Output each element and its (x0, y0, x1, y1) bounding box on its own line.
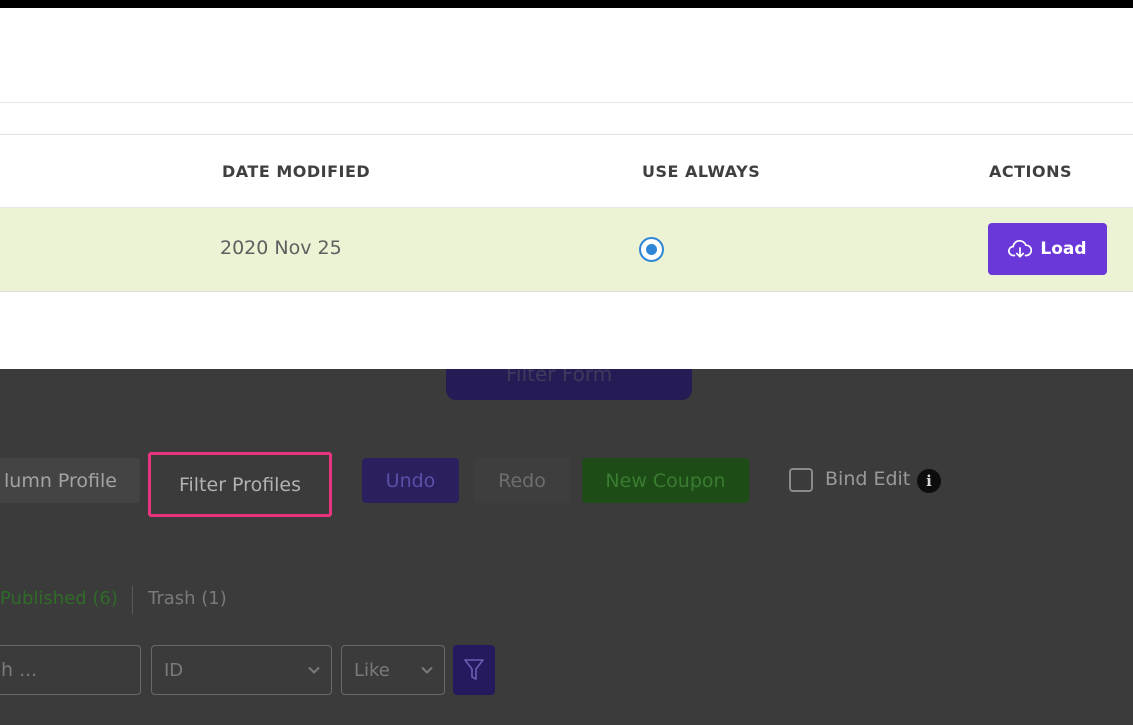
column-header-use-always: USE ALWAYS (642, 162, 761, 181)
search-operator-value: Like (354, 659, 390, 681)
redo-button[interactable]: Redo (474, 458, 570, 503)
info-icon[interactable]: i (917, 469, 941, 493)
filter-profiles-button[interactable]: Filter Profiles (148, 452, 332, 517)
redo-label: Redo (498, 469, 546, 492)
bind-edit-label: Bind Edit (825, 468, 911, 490)
modal-header-divider (0, 102, 1133, 103)
filter-profiles-modal: DATE MODIFIED USE ALWAYS ACTIONS 2020 No… (0, 8, 1133, 369)
new-coupon-button[interactable]: New Coupon (582, 458, 749, 503)
published-link[interactable]: Published (6) (0, 588, 118, 609)
load-button[interactable]: Load (988, 223, 1107, 275)
undo-label: Undo (385, 469, 436, 492)
new-coupon-label: New Coupon (605, 469, 726, 492)
cloud-download-icon (1008, 239, 1033, 258)
row-date-modified: 2020 Nov 25 (220, 237, 342, 259)
search-field-value: ID (164, 659, 184, 681)
chevron-down-icon (421, 666, 433, 674)
table-top-border (0, 134, 1133, 135)
trash-link[interactable]: Trash (1) (148, 588, 227, 609)
table-row (0, 208, 1133, 292)
search-operator-select[interactable]: Like (341, 645, 445, 695)
top-black-bar (0, 0, 1133, 8)
search-field-select[interactable]: ID (151, 645, 332, 695)
filter-profiles-label: Filter Profiles (178, 473, 302, 496)
column-header-date-modified: DATE MODIFIED (222, 162, 371, 181)
funnel-icon (464, 659, 484, 680)
bind-edit-checkbox[interactable] (789, 468, 813, 492)
chevron-down-icon (308, 666, 320, 674)
column-header-actions: ACTIONS (989, 162, 1073, 181)
column-profile-label: lumn Profile (4, 469, 117, 492)
undo-button[interactable]: Undo (362, 458, 459, 503)
search-input[interactable]: h ... (0, 645, 141, 695)
use-always-radio[interactable] (639, 237, 664, 262)
load-button-label: Load (1040, 239, 1087, 259)
column-profile-button[interactable]: lumn Profile (0, 458, 140, 503)
filter-button[interactable] (453, 645, 495, 695)
status-separator (132, 586, 133, 614)
search-input-value: h ... (1, 659, 38, 681)
